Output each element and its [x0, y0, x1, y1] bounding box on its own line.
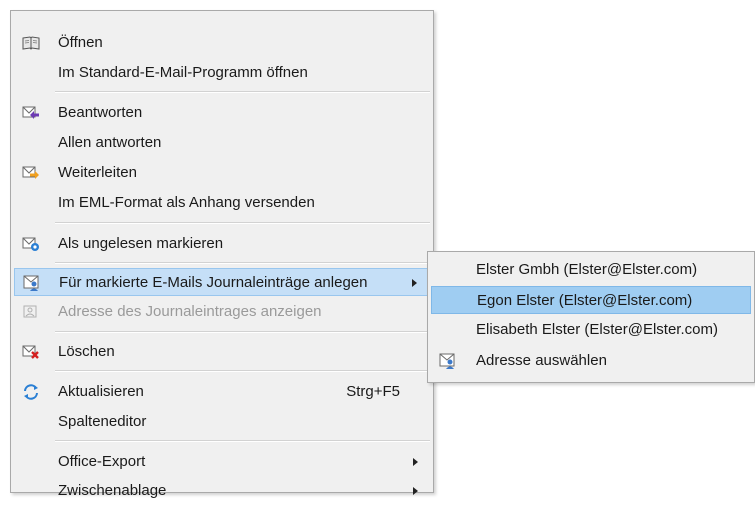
forward-icon [22, 166, 39, 179]
submenu-arrow-icon [413, 487, 418, 495]
separator [55, 440, 430, 442]
journal-icon [23, 275, 39, 291]
delete-icon [22, 345, 39, 359]
separator [55, 91, 430, 93]
submenu-item-select-address[interactable]: Adresse auswählen [431, 347, 751, 375]
menu-item-office-export[interactable]: Office-Export [14, 448, 430, 476]
submenu-arrow-icon [412, 279, 417, 287]
menu-item-label: Allen antworten [58, 134, 162, 151]
submenu-item-label: Elster Gmbh (Elster@Elster.com) [476, 261, 698, 278]
menu-item-journal-address[interactable]: Adresse des Journaleintrages anzeigen [14, 298, 430, 326]
mark-unread-icon [22, 237, 39, 251]
submenu-item-elisabeth-elster[interactable]: Elisabeth Elster (Elster@Elster.com) [431, 316, 751, 344]
menu-item-clipboard[interactable]: Zwischenablage [14, 477, 430, 505]
submenu-item-label: Adresse auswählen [476, 352, 607, 369]
refresh-icon [24, 384, 38, 400]
reply-icon [22, 106, 39, 119]
open-book-icon [22, 36, 40, 50]
menu-item-mark-unread[interactable]: Als ungelesen markieren [14, 230, 430, 258]
menu-item-reply[interactable]: Beantworten [14, 99, 430, 127]
menu-item-label: Zwischenablage [58, 482, 167, 499]
separator [55, 222, 430, 224]
menu-item-label: Öffnen [58, 34, 103, 51]
submenu-item-label: Elisabeth Elster (Elster@Elster.com) [476, 321, 718, 338]
menu-item-delete[interactable]: Löschen [14, 338, 430, 366]
menu-item-label: Weiterleiten [58, 164, 137, 181]
menu-item-send-eml[interactable]: Im EML-Format als Anhang versenden [14, 189, 430, 217]
menu-item-label: Spalteneditor [58, 413, 147, 430]
menu-item-refresh[interactable]: Aktualisieren Strg+F5 [14, 378, 430, 406]
separator [55, 331, 430, 333]
menu-item-label: Löschen [58, 343, 115, 360]
submenu-item-elster-gmbh[interactable]: Elster Gmbh (Elster@Elster.com) [431, 256, 751, 284]
submenu-item-label: Egon Elster (Elster@Elster.com) [477, 292, 693, 309]
menu-item-label: Adresse des Journaleintrages anzeigen [58, 303, 322, 320]
submenu-arrow-icon [413, 458, 418, 466]
menu-item-label: Im Standard-E-Mail-Programm öffnen [58, 64, 308, 81]
menu-item-label: Office-Export [58, 453, 146, 470]
menu-item-shortcut: Strg+F5 [346, 383, 400, 400]
context-menu: Öffnen Im Standard-E-Mail-Programm öffne… [10, 10, 434, 499]
menu-item-forward[interactable]: Weiterleiten [14, 159, 430, 187]
menu-item-label: Für markierte E-Mails Journaleinträge an… [59, 274, 368, 291]
menu-item-reply-all[interactable]: Allen antworten [14, 129, 430, 157]
address-select-icon [439, 353, 455, 369]
menu-item-label: Als ungelesen markieren [58, 235, 224, 252]
menu-item-label: Beantworten [58, 104, 143, 121]
address-icon [23, 305, 37, 318]
menu-item-label: Im EML-Format als Anhang versenden [58, 194, 315, 211]
separator [55, 370, 430, 372]
menu-item-label: Aktualisieren [58, 383, 144, 400]
journal-submenu: Elster Gmbh (Elster@Elster.com) Egon Els… [427, 251, 755, 383]
menu-item-journal[interactable]: Für markierte E-Mails Journaleinträge an… [14, 268, 430, 296]
menu-item-open[interactable]: Öffnen [14, 29, 430, 57]
submenu-item-egon-elster[interactable]: Egon Elster (Elster@Elster.com) [431, 286, 751, 314]
menu-item-open-default[interactable]: Im Standard-E-Mail-Programm öffnen [14, 59, 430, 87]
menu-item-column-editor[interactable]: Spalteneditor [14, 408, 430, 436]
separator [55, 262, 430, 264]
